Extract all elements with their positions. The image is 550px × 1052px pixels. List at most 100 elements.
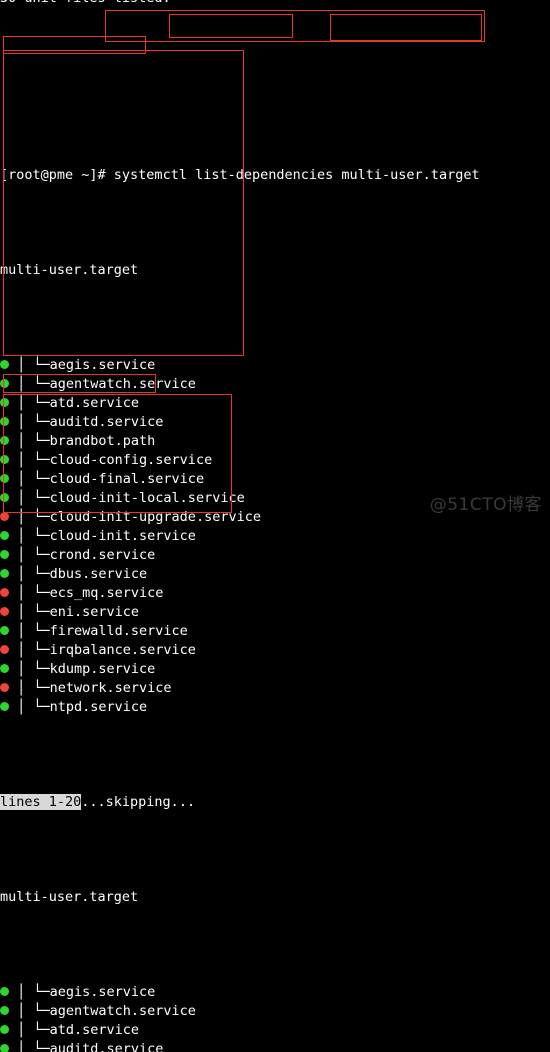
tree-branch-glyph: │ └─	[9, 547, 50, 563]
terminal-rows: [root@pme ~]# systemctl list-dependencie…	[0, 14, 550, 1052]
output-first-root: multi-user.target	[0, 261, 550, 280]
unit-inactive-dot-icon	[0, 512, 9, 521]
unit-name: atd.service	[50, 395, 139, 411]
unit-name: ecs_mq.service	[50, 585, 164, 601]
command-program: systemctl	[114, 167, 187, 183]
unit-active-dot-icon	[0, 987, 9, 996]
command-line: [root@pme ~]# systemctl list-dependencie…	[0, 166, 550, 185]
tree-branch-glyph: │ └─	[9, 1022, 50, 1038]
unit-active-dot-icon	[0, 702, 9, 711]
tree-branch-glyph: │ └─	[9, 395, 50, 411]
unit-active-dot-icon	[0, 664, 9, 673]
tree-branch-glyph: │ └─	[9, 1041, 50, 1052]
tree-branch-glyph: │ └─	[9, 1003, 50, 1019]
unit-active-dot-icon	[0, 1044, 9, 1052]
unit-name: irqbalance.service	[50, 642, 196, 658]
unit-inactive-dot-icon	[0, 645, 9, 654]
unit-row: │ └─kdump.service	[0, 660, 550, 679]
tree-branch-glyph: │ └─	[9, 452, 50, 468]
tree-branch-glyph: │ └─	[9, 509, 50, 525]
tree-branch-glyph: │ └─	[9, 623, 50, 639]
unit-inactive-dot-icon	[0, 607, 9, 616]
unit-active-dot-icon	[0, 417, 9, 426]
terminal-window[interactable]: 30 unit files listed. [root@pme ~]# syst…	[0, 0, 550, 526]
unit-name: atd.service	[50, 1022, 139, 1038]
unit-active-dot-icon	[0, 455, 9, 464]
unit-name: cloud-final.service	[50, 471, 204, 487]
unit-name: agentwatch.service	[50, 376, 196, 392]
unit-row: │ └─crond.service	[0, 546, 550, 565]
unit-active-dot-icon	[0, 626, 9, 635]
unit-row: │ └─agentwatch.service	[0, 375, 550, 394]
unit-name: brandbot.path	[50, 433, 156, 449]
tree-branch-glyph: │ └─	[9, 566, 50, 582]
pager-skipping-text: ...skipping...	[81, 794, 195, 810]
tree-branch-glyph: │ └─	[9, 680, 50, 696]
unit-row: │ └─dbus.service	[0, 565, 550, 584]
unit-row: │ └─agentwatch.service	[0, 1002, 550, 1021]
unit-active-dot-icon	[0, 493, 9, 502]
unit-row: │ └─brandbot.path	[0, 432, 550, 451]
unit-row: │ └─auditd.service	[0, 1040, 550, 1052]
unit-list-first: │ └─aegis.service │ └─agentwatch.service…	[0, 356, 550, 717]
unit-list-second: │ └─aegis.service │ └─agentwatch.service…	[0, 983, 550, 1052]
unit-row: │ └─atd.service	[0, 394, 550, 413]
tree-branch-glyph: │ └─	[9, 699, 50, 715]
tree-branch-glyph: │ └─	[9, 642, 50, 658]
unit-row: │ └─atd.service	[0, 1021, 550, 1040]
unit-active-dot-icon	[0, 360, 9, 369]
unit-row: │ └─cloud-init.service	[0, 527, 550, 546]
unit-row: │ └─aegis.service	[0, 983, 550, 1002]
unit-active-dot-icon	[0, 1006, 9, 1015]
tree-branch-glyph: │ └─	[9, 357, 50, 373]
tree-branch-glyph: │ └─	[9, 984, 50, 1000]
unit-row: │ └─ntpd.service	[0, 698, 550, 717]
unit-name: agentwatch.service	[50, 1003, 196, 1019]
command-argument: multi-user.target	[341, 167, 479, 183]
tree-branch-glyph: │ └─	[9, 604, 50, 620]
tree-branch-glyph: │ └─	[9, 490, 50, 506]
unit-name: ntpd.service	[50, 699, 148, 715]
shell-prompt: [root@pme ~]#	[0, 167, 114, 183]
unit-row: │ └─aegis.service	[0, 356, 550, 375]
unit-row: │ └─auditd.service	[0, 413, 550, 432]
unit-row: │ └─eni.service	[0, 603, 550, 622]
watermark-label: @51CTO博客	[430, 496, 542, 515]
tree-branch-glyph: │ └─	[9, 661, 50, 677]
unit-name: firewalld.service	[50, 623, 188, 639]
scrollback-clipped-line: 30 unit files listed.	[0, 0, 171, 8]
unit-active-dot-icon	[0, 398, 9, 407]
unit-row: │ └─ecs_mq.service	[0, 584, 550, 603]
unit-name: cloud-init.service	[50, 528, 196, 544]
output-second-root: multi-user.target	[0, 888, 550, 907]
tree-branch-glyph: │ └─	[9, 471, 50, 487]
unit-name: cloud-init-local.service	[50, 490, 245, 506]
unit-name: cloud-init-upgrade.service	[50, 509, 261, 525]
tree-branch-glyph: │ └─	[9, 414, 50, 430]
unit-active-dot-icon	[0, 1025, 9, 1034]
pager-lines-indicator: lines 1-20	[0, 794, 81, 810]
unit-row: │ └─cloud-final.service	[0, 470, 550, 489]
unit-row: │ └─firewalld.service	[0, 622, 550, 641]
unit-active-dot-icon	[0, 379, 9, 388]
unit-active-dot-icon	[0, 550, 9, 559]
unit-active-dot-icon	[0, 531, 9, 540]
tree-branch-glyph: │ └─	[9, 433, 50, 449]
unit-row: │ └─network.service	[0, 679, 550, 698]
command-subcommand: list-dependencies	[195, 167, 333, 183]
unit-active-dot-icon	[0, 569, 9, 578]
command-space-1	[187, 167, 195, 183]
unit-name: dbus.service	[50, 566, 148, 582]
tree-branch-glyph: │ └─	[9, 528, 50, 544]
unit-name: auditd.service	[50, 1041, 164, 1052]
unit-row: │ └─cloud-config.service	[0, 451, 550, 470]
unit-name: kdump.service	[50, 661, 156, 677]
pager-status-line: lines 1-20...skipping...	[0, 793, 550, 812]
unit-name: aegis.service	[50, 357, 156, 373]
unit-name: network.service	[50, 680, 172, 696]
tree-branch-glyph: │ └─	[9, 376, 50, 392]
unit-name: eni.service	[50, 604, 139, 620]
unit-name: crond.service	[50, 547, 156, 563]
unit-inactive-dot-icon	[0, 683, 9, 692]
unit-name: cloud-config.service	[50, 452, 213, 468]
